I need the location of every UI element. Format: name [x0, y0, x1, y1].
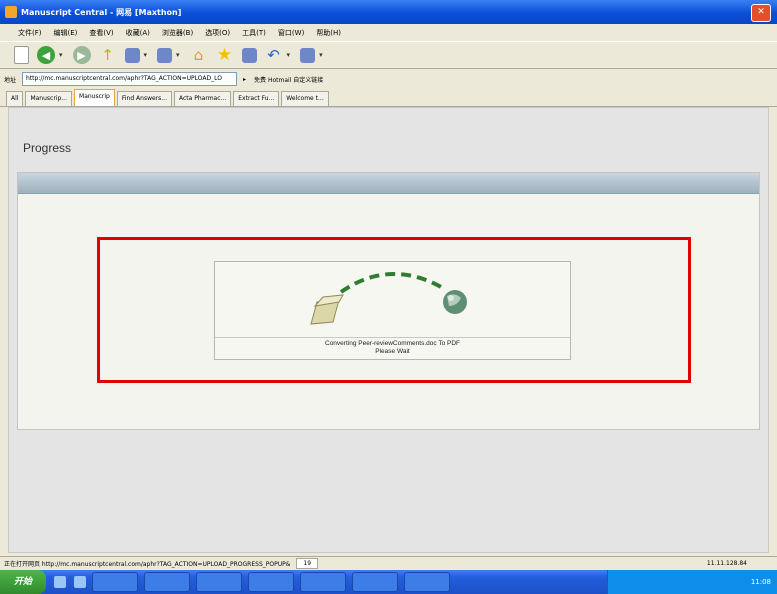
status-text: 正在打开网页 http://mc.manuscriptcentral.com/a…	[4, 561, 291, 568]
menu-item-help[interactable]: 帮助(H)	[316, 28, 341, 38]
taskbar-item[interactable]	[144, 572, 190, 592]
menu-item-file[interactable]: 文件(F)	[18, 28, 42, 38]
back-dropdown-icon[interactable]: ▾	[59, 51, 63, 59]
taskbar-item[interactable]	[300, 572, 346, 592]
undo-dropdown-icon[interactable]: ▾	[287, 51, 291, 59]
menu-item-view[interactable]: 查看(V)	[89, 28, 113, 38]
undo-icon[interactable]: ↶	[265, 46, 283, 64]
menu-bar: 文件(F) 编辑(E) 查看(V) 收藏(A) 浏览器(B) 选项(O) 工具(…	[0, 24, 777, 41]
panel-header-bar	[18, 173, 759, 194]
page-title: Progress	[23, 141, 72, 155]
back-icon[interactable]: ◀	[37, 46, 55, 64]
home-icon[interactable]: ⌂	[190, 46, 208, 64]
menu-item-favorites[interactable]: 收藏(A)	[126, 28, 150, 38]
forward-icon[interactable]: ▶	[72, 46, 91, 64]
taskbar-item[interactable]	[92, 572, 138, 592]
window-title: Manuscript Central - 网易 [Maxthon]	[21, 7, 182, 17]
browser-app-icon	[5, 6, 17, 18]
tab-manuscript-1[interactable]: Manuscrip...	[25, 91, 73, 106]
taskbar-item[interactable]	[196, 572, 242, 592]
tab-extract[interactable]: Extract Fu...	[233, 91, 280, 106]
menu-item-options[interactable]: 选项(O)	[205, 28, 230, 38]
start-button[interactable]: 开始	[0, 570, 46, 594]
stop-dropdown-icon[interactable]: ▾	[144, 51, 148, 59]
window-title-bar: Manuscript Central - 网易 [Maxthon] ✕	[0, 0, 777, 24]
layout-dropdown-icon[interactable]: ▾	[319, 51, 323, 59]
tab-manuscript-active[interactable]: Manuscrip	[74, 89, 115, 106]
refresh-icon[interactable]	[157, 47, 173, 63]
status-bar: 正在打开网页 http://mc.manuscriptcentral.com/a…	[0, 556, 777, 570]
close-window-button[interactable]: ✕	[751, 4, 771, 22]
quick-launch-desktop-icon[interactable]	[74, 576, 86, 588]
layout-icon[interactable]	[300, 47, 316, 63]
tab-welcome[interactable]: Welcome t...	[281, 91, 329, 106]
new-page-icon[interactable]	[14, 46, 29, 64]
windows-taskbar: 开始 11:08	[0, 570, 777, 594]
menu-item-tools[interactable]: 工具(T)	[242, 28, 266, 38]
system-tray: 11:08	[607, 570, 777, 594]
address-label: 地址	[4, 76, 17, 84]
browser-toolbar: ◀ ▾ ▶ ↑ ▾ ▾ ⌂ ★ ↶ ▾ ▾	[0, 41, 777, 69]
address-links[interactable]: 免费 Hotmail 自定义链接	[254, 75, 323, 84]
red-highlight-box	[97, 237, 691, 383]
status-ip: 11.11.128.84	[706, 560, 747, 567]
tab-all[interactable]: All	[6, 91, 24, 106]
tab-acta-pharmac[interactable]: Acta Pharmac...	[174, 91, 232, 106]
favorites-star-icon[interactable]: ★	[216, 45, 234, 65]
stop-icon[interactable]	[124, 47, 140, 63]
up-arrow-icon[interactable]: ↑	[99, 46, 117, 64]
history-icon[interactable]	[241, 47, 257, 63]
refresh-dropdown-icon[interactable]: ▾	[176, 51, 180, 59]
quick-launch-ie-icon[interactable]	[54, 576, 66, 588]
go-icon[interactable]: ▸	[243, 76, 246, 83]
taskbar-item[interactable]	[404, 572, 450, 592]
status-count: 19	[296, 558, 319, 569]
menu-item-window[interactable]: 窗口(W)	[278, 28, 304, 38]
clock: 11:08	[750, 578, 771, 586]
menu-item-browser[interactable]: 浏览器(B)	[162, 28, 193, 38]
taskbar-item[interactable]	[352, 572, 398, 592]
address-input[interactable]: http://mc.manuscriptcentral.com/aphr?TAG…	[22, 72, 238, 86]
tab-find-answers[interactable]: Find Answers...	[116, 91, 172, 106]
taskbar-item[interactable]	[248, 572, 294, 592]
tab-bar: All Manuscrip... Manuscrip Find Answers.…	[0, 88, 777, 107]
menu-item-edit[interactable]: 编辑(E)	[54, 28, 78, 38]
address-bar: 地址 http://mc.manuscriptcentral.com/aphr?…	[0, 70, 777, 88]
